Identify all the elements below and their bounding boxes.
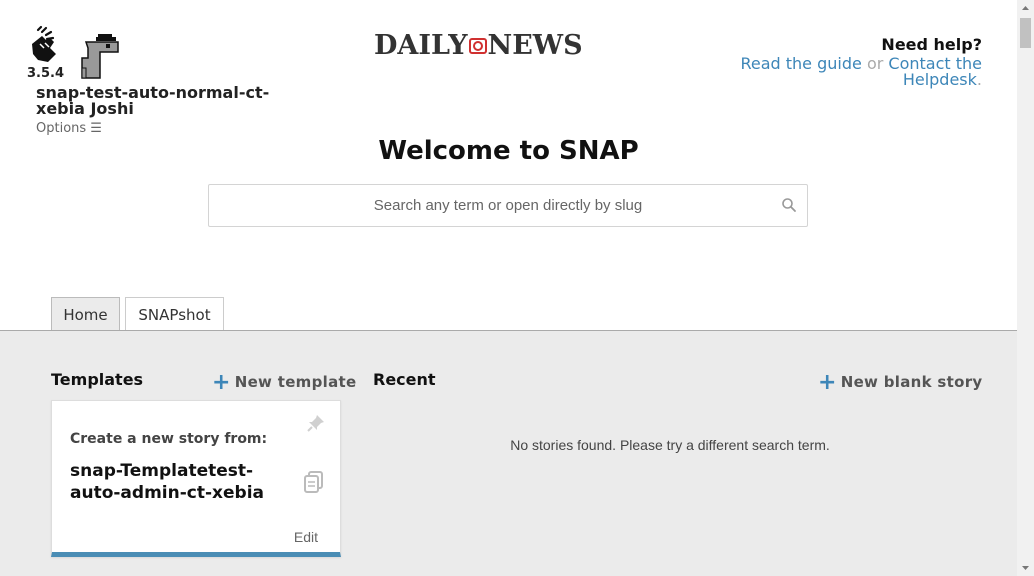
brand-camera-icon bbox=[468, 37, 487, 54]
brand-left: DAILY bbox=[374, 30, 468, 61]
version-label: 3.5.4 bbox=[27, 66, 65, 81]
search-box bbox=[208, 184, 808, 227]
card-title: snap-Templatetest-auto-admin-ct-xebia bbox=[70, 461, 264, 503]
search-input[interactable] bbox=[209, 185, 807, 226]
contact-helpdesk-link[interactable]: Contact the Helpdesk bbox=[888, 54, 982, 89]
dino-mascot-icon bbox=[81, 34, 119, 79]
tab-home[interactable]: Home bbox=[51, 297, 120, 332]
read-guide-link[interactable]: Read the guide bbox=[740, 54, 861, 73]
edit-template-link[interactable]: Edit bbox=[294, 529, 318, 545]
templates-heading: Templates bbox=[51, 370, 144, 389]
recent-heading: Recent bbox=[373, 370, 436, 389]
pin-icon[interactable] bbox=[306, 413, 326, 433]
snap-hand-logo-icon bbox=[32, 25, 56, 62]
help-title: Need help? bbox=[881, 35, 982, 54]
brand-right: NEWS bbox=[487, 30, 583, 61]
or-text: or bbox=[866, 54, 884, 73]
period-text: . bbox=[976, 70, 982, 89]
scroll-down-arrow-icon[interactable] bbox=[1017, 559, 1034, 576]
daily-news-logo: DAILY NEWS bbox=[374, 30, 583, 61]
scroll-up-arrow-icon[interactable] bbox=[1017, 0, 1034, 17]
help-links: Read the guide or Contact the Helpdesk. bbox=[722, 56, 982, 88]
new-blank-story-button[interactable]: + New blank story bbox=[818, 370, 983, 395]
new-template-button[interactable]: + New template bbox=[212, 370, 356, 395]
username-label: snap-test-auto-normal-ct-xebia Joshi bbox=[36, 83, 270, 118]
vertical-scrollbar[interactable] bbox=[1017, 0, 1034, 576]
page-title: Welcome to SNAP bbox=[378, 136, 639, 166]
new-story-label: New blank story bbox=[840, 373, 983, 391]
new-template-label: New template bbox=[234, 373, 357, 391]
copy-icon bbox=[304, 471, 323, 493]
tab-snapshot[interactable]: SNAPshot bbox=[125, 297, 224, 331]
plus-icon: + bbox=[212, 370, 231, 395]
recent-empty-message: No stories found. Please try a different… bbox=[510, 437, 830, 453]
card-subtitle: Create a new story from: bbox=[70, 431, 268, 447]
options-menu[interactable]: Options ☰ bbox=[36, 121, 102, 136]
template-card[interactable]: Create a new story from: snap-Templatete… bbox=[51, 400, 341, 557]
search-icon[interactable] bbox=[781, 197, 797, 213]
plus-icon: + bbox=[818, 370, 837, 395]
scrollbar-thumb[interactable] bbox=[1020, 18, 1031, 48]
